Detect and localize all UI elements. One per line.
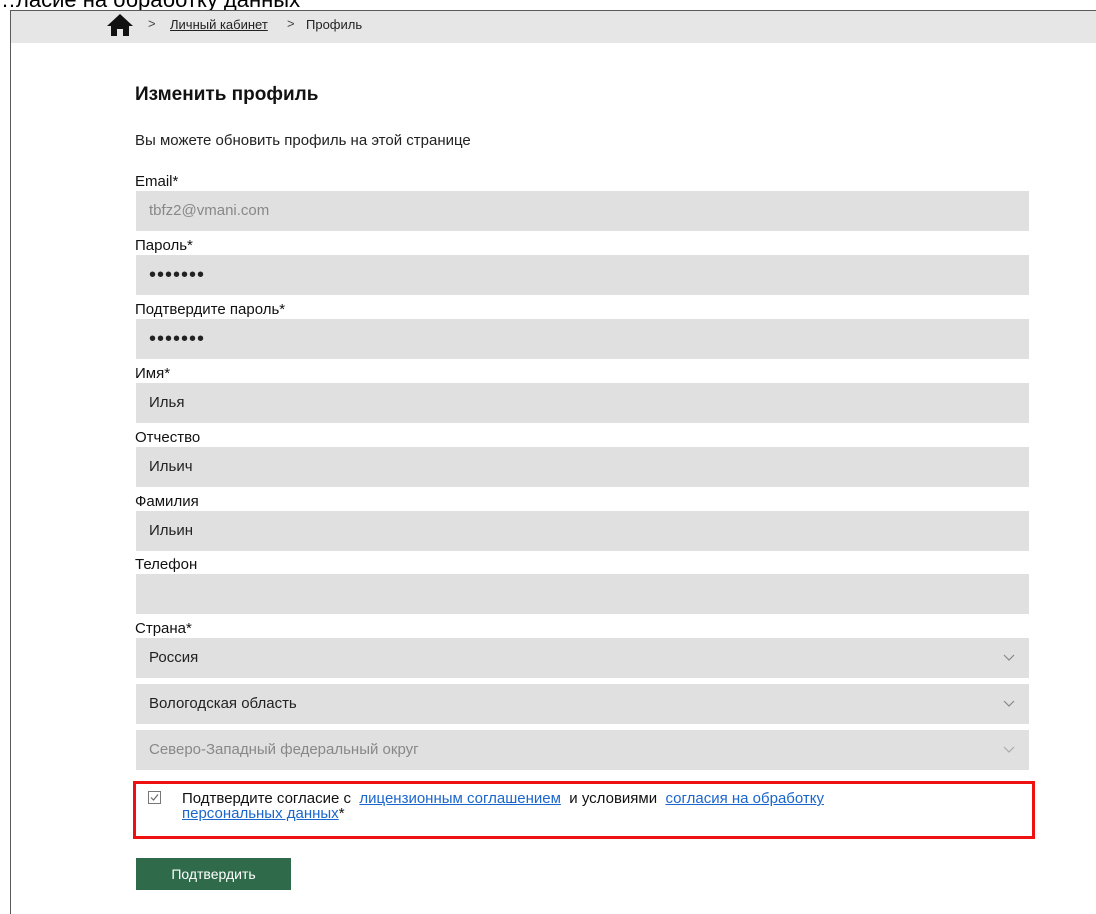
first-name-field[interactable]: Илья: [136, 383, 1029, 423]
region-select-value: Вологодская область: [149, 695, 297, 712]
phone-label: Телефон: [135, 556, 198, 573]
email-field[interactable]: tbfz2@vmani.com: [136, 191, 1029, 231]
password-confirm-label: Подтвердите пароль*: [135, 301, 286, 318]
chevron-down-icon: [1003, 746, 1015, 753]
email-label: Email*: [135, 173, 179, 190]
last-name-field[interactable]: Ильин: [136, 511, 1029, 551]
country-select[interactable]: Россия: [136, 638, 1029, 678]
password-field[interactable]: •••••••: [136, 255, 1029, 295]
last-name-label: Фамилия: [135, 493, 199, 510]
district-select-value: Северо-Западный федеральный округ: [149, 741, 419, 758]
consent-text: Подтвердите согласие с лицензионным согл…: [182, 791, 1002, 821]
chevron-down-icon: [1003, 654, 1015, 661]
consent-section: Подтвердите согласие с лицензионным согл…: [133, 781, 1035, 839]
password-confirm-field[interactable]: •••••••: [136, 319, 1029, 359]
middle-name-label: Отчество: [135, 429, 201, 446]
breadcrumb: > Личный кабинет > Профиль: [11, 11, 1096, 43]
phone-field[interactable]: [136, 574, 1029, 614]
password-label: Пароль*: [135, 237, 193, 254]
checkmark-icon: [150, 794, 159, 801]
license-agreement-link[interactable]: лицензионным соглашением: [359, 790, 561, 807]
first-name-label: Имя*: [135, 365, 171, 382]
consent-text-middle: и условиями: [569, 790, 658, 807]
personal-data-consent-link[interactable]: согласия на обработку: [665, 790, 824, 807]
breadcrumb-current-profile: Профиль: [306, 17, 363, 32]
chevron-down-icon: [1003, 700, 1015, 707]
browser-viewport: > Личный кабинет > Профиль Изменить проф…: [10, 10, 1096, 914]
middle-name-field[interactable]: Ильич: [136, 447, 1029, 487]
consent-checkbox[interactable]: [148, 791, 161, 804]
district-select[interactable]: Северо-Западный федеральный округ: [136, 730, 1029, 770]
region-select[interactable]: Вологодская область: [136, 684, 1029, 724]
home-icon[interactable]: [106, 13, 134, 37]
page-subtitle: Вы можете обновить профиль на этой стран…: [135, 132, 471, 149]
required-asterisk: *: [338, 805, 345, 822]
country-select-value: Россия: [149, 649, 199, 666]
breadcrumb-separator-icon: >: [148, 16, 156, 31]
breadcrumb-separator-icon: >: [287, 16, 295, 31]
submit-button[interactable]: Подтвердить: [136, 858, 291, 890]
breadcrumb-link-cabinet[interactable]: Личный кабинет: [170, 17, 268, 32]
country-label: Страна*: [135, 620, 192, 637]
page-title: Изменить профиль: [135, 84, 319, 105]
personal-data-consent-link-continued[interactable]: персональных данных: [182, 805, 339, 822]
